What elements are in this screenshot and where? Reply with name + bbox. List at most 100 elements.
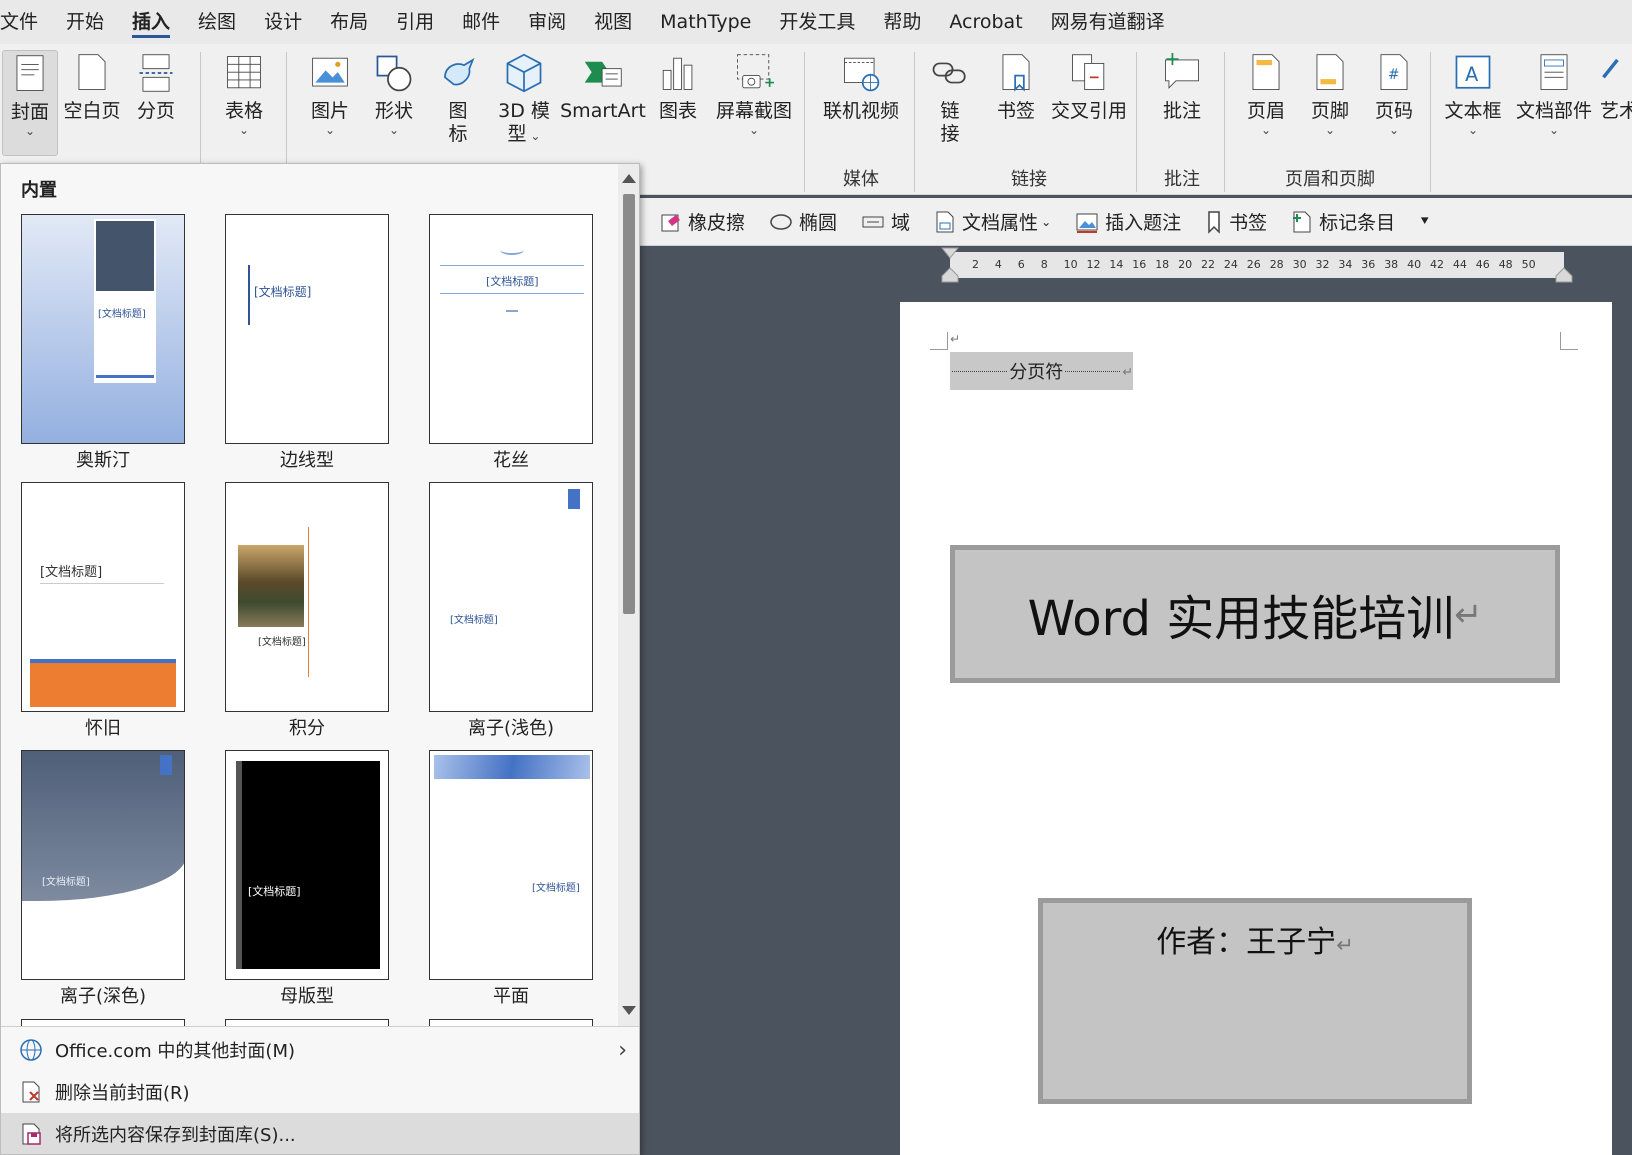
textbox-button[interactable]: A 文本框 ⌄ [1440, 50, 1506, 137]
document-page[interactable]: ↵ 分页符 ↵ Word 实用技能培训 ↵ 作者：王子宁↵ [900, 302, 1612, 1155]
cover-placeholder: [文档标题] [486, 275, 539, 288]
menu-tab-8[interactable]: 审阅 [514, 0, 580, 44]
cover-option-ion-dark[interactable]: [文档标题] 离子(深色) [21, 750, 185, 1008]
screenshot-button[interactable]: 屏幕截图 ⌄ [712, 50, 796, 137]
menu-tab-5[interactable]: 布局 [316, 0, 382, 44]
icons-label-2: 标 [448, 123, 468, 145]
page-number-button[interactable]: # 页码 ⌄ [1366, 50, 1422, 137]
menu-tab-7[interactable]: 邮件 [448, 0, 514, 44]
table-button[interactable]: 表格 ⌄ [214, 50, 274, 137]
right-indent-marker-icon[interactable] [1554, 264, 1574, 284]
bookmark-icon [1208, 210, 1220, 234]
save-to-gallery-item[interactable]: 将所选内容保存到封面库(S)... [1, 1113, 639, 1154]
online-video-button[interactable]: 联机视频 [812, 50, 910, 123]
menu-tab-1[interactable]: 开始 [52, 0, 118, 44]
cover-option-facet[interactable]: [文档标题] 平面 [429, 750, 593, 1008]
insert-caption-button[interactable]: 插入题注 [1063, 208, 1193, 235]
scroll-up-icon[interactable] [622, 174, 636, 183]
3d-model-button[interactable]: 3D 模 型 ⌄ [494, 50, 554, 146]
group-label-media: 媒体 [843, 169, 879, 190]
ruler-number: 42 [1430, 258, 1444, 271]
ellipse-icon [770, 213, 792, 230]
menu-tab-12[interactable]: 帮助 [869, 0, 935, 44]
cover-thumbnail: [文档标题] [21, 750, 185, 980]
page-break-marker: 分页符 ↵ [950, 352, 1133, 390]
ruler-number: 20 [1178, 258, 1193, 271]
scrollbar-thumb[interactable] [623, 194, 635, 614]
globe-icon [20, 1039, 42, 1061]
mark-entry-button[interactable]: 标记条目 [1279, 208, 1407, 235]
screenshot-label: 屏幕截图 [715, 100, 792, 122]
chevron-down-icon: ⌄ [324, 123, 336, 137]
cover-option-motion[interactable]: [文档标题] 母版型 [225, 750, 389, 1008]
icons-button[interactable]: 图 标 [432, 50, 484, 146]
title-textbox[interactable]: Word 实用技能培训 ↵ [950, 545, 1560, 683]
gallery-footer-menu: Office.com 中的其他封面(M) › 删除当前封面(R) 将所选内容保存… [1, 1026, 639, 1154]
comment-button[interactable]: 批注 [1150, 50, 1214, 123]
ruler-number: 44 [1452, 258, 1467, 271]
ruler-number: 36 [1361, 258, 1376, 271]
picture-icon [312, 57, 348, 87]
scroll-down-icon[interactable] [622, 1006, 636, 1015]
menu-tab-3[interactable]: 绘图 [184, 0, 250, 44]
online-video-label: 联机视频 [822, 100, 899, 122]
cover-option-retrospect[interactable]: [文档标题] 怀旧 [21, 482, 185, 740]
paragraph-mark: ↵ [1122, 363, 1133, 379]
chart-button[interactable]: 图表 [650, 50, 706, 123]
picture-button[interactable]: 图片 ⌄ [300, 50, 360, 137]
menu-tab-0[interactable]: 文件 [0, 0, 52, 44]
shapes-button[interactable]: 形状 ⌄ [364, 50, 424, 137]
eraser-button[interactable]: 橡皮擦 [648, 208, 757, 235]
cross-reference-button[interactable]: 交叉引用 [1048, 50, 1130, 123]
footer-button[interactable]: 页脚 ⌄ [1302, 50, 1358, 137]
menu-tab-11[interactable]: 开发工具 [765, 0, 869, 44]
more-covers-office-item[interactable]: Office.com 中的其他封面(M) › [1, 1029, 639, 1071]
remove-cover-item[interactable]: 删除当前封面(R) [1, 1071, 639, 1113]
cover-option-integral[interactable]: [文档标题] 积分 [225, 482, 389, 740]
table-label: 表格 [224, 100, 263, 122]
menu-tab-13[interactable]: Acrobat [935, 0, 1036, 44]
ellipse-button[interactable]: 椭圆 [757, 208, 849, 235]
author-textbox[interactable]: 作者：王子宁↵ [1038, 898, 1472, 1104]
field-button[interactable]: 域 [849, 208, 922, 235]
document-properties-button[interactable]: 文档属性 ⌄ [922, 208, 1063, 235]
bookmark-small-button[interactable]: 书签 [1193, 208, 1279, 235]
menu-tab-14[interactable]: 网易有道翻译 [1037, 0, 1179, 44]
menu-tab-9[interactable]: 视图 [580, 0, 646, 44]
cover-placeholder: [文档标题] [42, 877, 90, 888]
wordart-button[interactable]: 艺术 [1600, 50, 1632, 123]
bookmark-button[interactable]: 书签 [990, 50, 1042, 123]
insert-caption-label: 插入题注 [1105, 212, 1182, 234]
cover-placeholder: [文档标题] [258, 637, 306, 648]
more-dropdown-icon: ⯆ [1419, 213, 1431, 230]
menu-tab-10[interactable]: MathType [646, 0, 765, 44]
document-author: 作者：王子宁 [1156, 925, 1337, 960]
menu-tab-2[interactable]: 插入 [118, 0, 184, 44]
cover-option-filigree[interactable]: [文档标题] 花丝 [429, 214, 593, 472]
horizontal-ruler[interactable]: 2 4 6 8 10 12 14 16 18 20 22 24 26 28 30 32 34 36 38 40 42 44… [950, 252, 1564, 278]
ruler-number: 10 [1063, 258, 1078, 271]
cover-page-button[interactable]: 封面 ⌄ [2, 50, 58, 156]
chevron-down-icon: ⌄ [1041, 214, 1052, 229]
footer-label: 页脚 [1310, 100, 1349, 122]
document-parts-button[interactable]: 文档部件 ⌄ [1512, 50, 1596, 137]
indent-marker-icon[interactable] [940, 246, 960, 284]
toolbar-more-button[interactable]: ⯆ [1407, 214, 1442, 230]
cover-placeholder: [文档标题] [98, 309, 146, 320]
cover-page-gallery: 内置 [文档标题] 奥斯汀 [文档标题] 边线型 [文档标题] 花丝 [文档标题… [0, 163, 640, 1155]
wordart-label: 艺术 [1600, 100, 1632, 122]
menu-tab-4[interactable]: 设计 [250, 0, 316, 44]
gallery-scrollbar[interactable] [618, 164, 639, 1026]
chevron-down-icon: ⌄ [1467, 123, 1479, 137]
smartart-button[interactable]: SmartArt [560, 50, 646, 123]
link-button[interactable]: 链 接 [928, 50, 972, 146]
cover-option-sideline[interactable]: [文档标题] 边线型 [225, 214, 389, 472]
header-button[interactable]: 页眉 ⌄ [1238, 50, 1294, 137]
cross-reference-label: 交叉引用 [1050, 100, 1127, 122]
remove-cover-icon [22, 1081, 40, 1103]
cover-option-austin[interactable]: [文档标题] 奥斯汀 [21, 214, 185, 472]
cover-option-ion-light[interactable]: [文档标题] 离子(浅色) [429, 482, 593, 740]
page-break-button[interactable]: 分页 [128, 50, 184, 123]
menu-tab-6[interactable]: 引用 [382, 0, 448, 44]
blank-page-button[interactable]: 空白页 [62, 50, 122, 123]
